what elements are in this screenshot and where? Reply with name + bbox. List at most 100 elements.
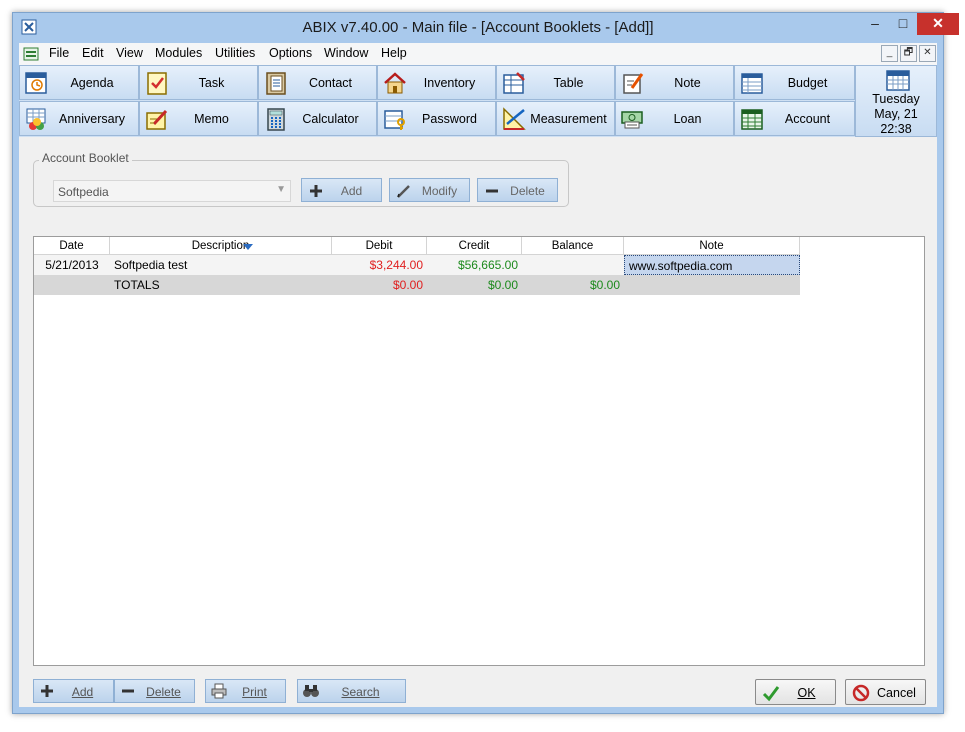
table-icon <box>503 72 525 94</box>
toolbar-password-label: Password <box>422 112 477 126</box>
menu-window[interactable]: Window <box>324 46 368 60</box>
plus-icon <box>310 185 322 197</box>
add-label: Add <box>71 685 94 699</box>
date-day: Tuesday <box>872 92 920 106</box>
maximize-button[interactable]: □ <box>889 13 917 35</box>
menu-edit[interactable]: Edit <box>82 46 104 60</box>
column-header-date[interactable]: Date <box>34 237 110 255</box>
account-grid[interactable]: Date Description Debit Credit Balance No… <box>33 236 925 666</box>
client-area: File Edit View Modules Utilities Options… <box>19 43 937 707</box>
toolbar-calculator-button[interactable]: Calculator <box>258 101 377 136</box>
account-booklet-select[interactable]: Softpedia ▼ <box>53 180 291 202</box>
toolbar-loan-button[interactable]: Loan <box>615 101 734 136</box>
toolbar-anniversary-label: Anniversary <box>59 112 125 126</box>
menu-view[interactable]: View <box>116 46 143 60</box>
cancel-button[interactable]: Cancel <box>845 679 926 705</box>
app-window: ABIX v7.40.00 - Main file - [Account Boo… <box>12 12 959 714</box>
note-icon <box>623 73 644 94</box>
cell-description[interactable]: Softpedia test <box>110 255 332 275</box>
calendar-icon <box>886 70 910 91</box>
search-button[interactable]: Search <box>297 679 406 703</box>
cell-debit[interactable]: $3,244.00 <box>332 255 427 275</box>
mdi-restore-button[interactable]: 🗗 <box>900 45 917 62</box>
search-label: Search <box>341 685 380 699</box>
cell-date[interactable]: 5/21/2013 <box>34 255 110 275</box>
chevron-down-icon: ▼ <box>276 184 286 195</box>
account-icon <box>741 109 763 130</box>
checkmark-icon <box>762 686 780 702</box>
column-header-description[interactable]: Description <box>110 237 332 255</box>
toolbar-contact-label: Contact <box>308 76 353 90</box>
menu-modules[interactable]: Modules <box>155 46 202 60</box>
totals-label: TOTALS <box>110 275 332 295</box>
totals-credit: $0.00 <box>427 275 522 295</box>
toolbar-agenda-button[interactable]: Agenda <box>19 65 139 100</box>
toolbar-memo-button[interactable]: Memo <box>139 101 258 136</box>
toolbar-note-button[interactable]: Note <box>615 65 734 100</box>
toolbar-memo-label: Memo <box>194 112 229 126</box>
delete-button[interactable]: Delete <box>114 679 195 703</box>
toolbar-measurement-button[interactable]: Measurement <box>496 101 615 136</box>
toolbar-anniversary-button[interactable]: Anniversary <box>19 101 139 136</box>
close-button[interactable]: ✕ <box>917 13 959 35</box>
toolbar-agenda-label: Agenda <box>70 76 114 90</box>
house-icon <box>384 72 406 94</box>
account-booklet-value: Softpedia <box>58 185 109 199</box>
booklet-modify-button[interactable]: Modify <box>389 178 470 202</box>
toolbar-calculator-label: Calculator <box>302 112 359 126</box>
toolbar-task-button[interactable]: Task <box>139 65 258 100</box>
document-icon[interactable] <box>23 46 39 62</box>
totals-debit: $0.00 <box>332 275 427 295</box>
booklet-add-button[interactable]: Add <box>301 178 382 202</box>
binoculars-icon <box>303 685 319 697</box>
menu-help[interactable]: Help <box>381 46 407 60</box>
minus-icon <box>122 689 134 693</box>
minimize-button[interactable]: ‒ <box>861 13 889 35</box>
mdi-minimize-button[interactable]: _ <box>881 45 898 62</box>
column-header-debit[interactable]: Debit <box>332 237 427 255</box>
toolbar-inventory-label: Inventory <box>423 76 476 90</box>
toolbar-account-label: Account <box>784 112 831 126</box>
cell-balance[interactable] <box>522 255 624 275</box>
toolbar-table-button[interactable]: Table <box>496 65 615 100</box>
toolbar-password-button[interactable]: Password <box>377 101 496 136</box>
budget-icon <box>741 73 763 94</box>
booklet-delete-button[interactable]: Delete <box>477 178 558 202</box>
print-button[interactable]: Print <box>205 679 286 703</box>
toolbar-measurement-label: Measurement <box>530 112 607 126</box>
mdi-close-button[interactable]: ✕ <box>919 45 936 62</box>
cell-note[interactable]: www.softpedia.com <box>624 255 800 275</box>
totals-note <box>624 275 800 295</box>
ok-label: OK <box>797 686 816 700</box>
account-booklet-label: Account Booklet <box>39 151 132 165</box>
sort-descending-icon <box>243 244 253 250</box>
money-icon <box>621 111 643 129</box>
contact-icon <box>266 72 286 95</box>
toolbar-inventory-button[interactable]: Inventory <box>377 65 496 100</box>
column-header-balance[interactable]: Balance <box>522 237 624 255</box>
cancel-label: Cancel <box>877 686 916 700</box>
menu-file[interactable]: File <box>49 46 69 60</box>
menu-bar: File Edit View Modules Utilities Options… <box>19 43 937 66</box>
toolbar-contact-button[interactable]: Contact <box>258 65 377 100</box>
add-button[interactable]: Add <box>33 679 114 703</box>
booklet-modify-label: Modify <box>421 184 458 198</box>
toolbar-note-label: Note <box>674 76 701 90</box>
booklet-add-label: Add <box>340 184 363 198</box>
ok-button[interactable]: OK <box>755 679 836 705</box>
cell-credit[interactable]: $56,665.00 <box>427 255 522 275</box>
booklet-delete-label: Delete <box>510 184 545 198</box>
toolbar-account-button[interactable]: Account <box>734 101 855 136</box>
column-header-note[interactable]: Note <box>624 237 800 255</box>
column-header-credit[interactable]: Credit <box>427 237 522 255</box>
totals-balance: $0.00 <box>522 275 624 295</box>
menu-utilities[interactable]: Utilities <box>215 46 255 60</box>
toolbar-table-label: Table <box>553 76 584 90</box>
module-toolbar: Agenda Task Contact Inventory Table Note… <box>19 65 937 137</box>
date-time-widget[interactable]: Tuesday May, 21 22:38 <box>855 65 937 137</box>
cancel-icon <box>852 684 870 702</box>
password-icon <box>384 110 405 130</box>
toolbar-budget-button[interactable]: Budget <box>734 65 855 100</box>
menu-options[interactable]: Options <box>269 46 312 60</box>
print-label: Print <box>242 685 267 699</box>
